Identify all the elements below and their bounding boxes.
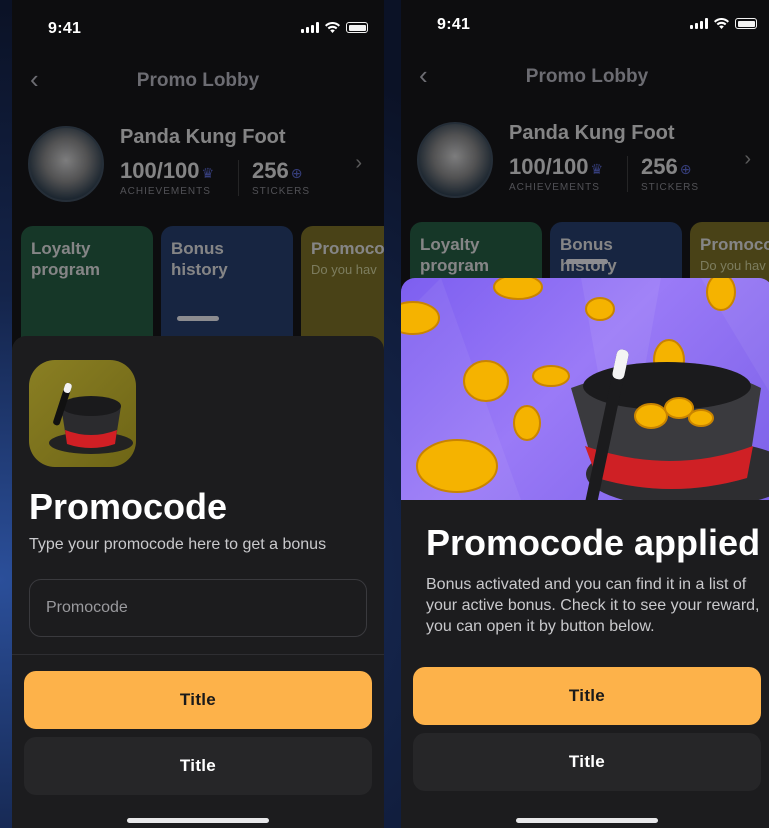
sheet-title: Promocode xyxy=(29,486,228,527)
phone-screen-promocode-entry: 9:41 ‹ Promo Lobby Panda Kung Foot 100/1… xyxy=(12,0,384,828)
profile-name: Panda Kung Foot xyxy=(509,122,675,144)
stickers-value: 256 xyxy=(252,158,289,183)
crown-icon: ♛ xyxy=(590,161,604,177)
achievements-value: 100/100 xyxy=(509,154,589,179)
chevron-right-icon: › xyxy=(744,148,751,170)
magic-hat-icon xyxy=(29,360,136,467)
achievements-stat: 100/100 ♛ ACHIEVEMENTS xyxy=(509,154,603,193)
primary-button[interactable]: Title xyxy=(24,671,372,729)
stat-divider xyxy=(238,160,239,196)
chevron-right-icon: › xyxy=(355,152,362,174)
stickers-value: 256 xyxy=(641,154,678,179)
status-time: 9:41 xyxy=(437,16,471,33)
profile-header[interactable]: Panda Kung Foot 100/100 ♛ ACHIEVEMENTS 25… xyxy=(28,122,384,210)
battery-icon xyxy=(346,22,368,33)
avatar xyxy=(417,122,493,198)
hero-illustration xyxy=(401,278,769,500)
achievements-label: ACHIEVEMENTS xyxy=(509,182,600,193)
promocode-applied-sheet: Promocode applied Bonus activated and yo… xyxy=(401,278,769,828)
secondary-button[interactable]: Title xyxy=(413,733,761,791)
sheet-divider xyxy=(12,654,384,655)
card-title: Loyalty program xyxy=(31,239,100,279)
card-title: Bonus history xyxy=(560,235,617,275)
stat-divider xyxy=(627,156,628,192)
page-title: Promo Lobby xyxy=(525,66,649,87)
stickers-stat: 256 ⊕ STICKERS xyxy=(641,154,699,193)
achievements-stat: 100/100 ♛ ACHIEVEMENTS xyxy=(120,158,214,197)
promocode-field[interactable] xyxy=(29,579,367,637)
promocode-input[interactable] xyxy=(30,580,366,636)
battery-icon xyxy=(735,18,757,29)
card-title: Promocode xyxy=(311,239,384,258)
status-bar: 9:41 xyxy=(401,0,769,50)
cellular-signal-icon xyxy=(690,18,708,29)
page-title: Promo Lobby xyxy=(136,70,260,91)
stickers-stat: 256 ⊕ STICKERS xyxy=(252,158,310,197)
avatar xyxy=(28,126,104,202)
nav-bar: ‹ Promo Lobby xyxy=(12,58,384,104)
home-indicator xyxy=(516,818,658,823)
plus-icon: ⊕ xyxy=(679,161,692,177)
card-title: Bonus history xyxy=(171,239,228,279)
achievements-value: 100/100 xyxy=(120,158,200,183)
home-indicator xyxy=(127,818,269,823)
nav-bar: ‹ Promo Lobby xyxy=(401,54,769,100)
sheet-title: Promocode applied xyxy=(426,522,761,563)
achievements-label: ACHIEVEMENTS xyxy=(120,186,211,197)
card-subtitle: Do you hav xyxy=(700,258,766,273)
phone-screen-promocode-applied: 9:41 ‹ Promo Lobby Panda Kung Foot 100/1… xyxy=(401,0,769,828)
card-subtitle: Do you hav xyxy=(311,262,377,277)
sheet-grabber[interactable] xyxy=(177,316,219,321)
promocode-bottom-sheet: Promocode Type your promocode here to ge… xyxy=(12,336,384,828)
plus-icon: ⊕ xyxy=(290,165,303,181)
profile-name: Panda Kung Foot xyxy=(120,126,286,148)
card-title: Loyalty program xyxy=(420,235,489,275)
cellular-signal-icon xyxy=(301,22,319,33)
sheet-description: Type your promocode here to get a bonus xyxy=(29,536,327,553)
status-bar: 9:41 xyxy=(12,0,384,50)
profile-header[interactable]: Panda Kung Foot 100/100 ♛ ACHIEVEMENTS 25… xyxy=(417,118,769,206)
primary-button[interactable]: Title xyxy=(413,667,761,725)
stickers-label: STICKERS xyxy=(252,186,311,197)
crown-icon: ♛ xyxy=(201,165,215,181)
wifi-icon xyxy=(714,18,729,29)
stickers-label: STICKERS xyxy=(641,182,700,193)
card-title: Promocode xyxy=(700,235,769,254)
wifi-icon xyxy=(325,22,340,33)
status-time: 9:41 xyxy=(48,20,82,37)
secondary-button[interactable]: Title xyxy=(24,737,372,795)
sheet-grabber[interactable] xyxy=(566,259,608,264)
sheet-description: Bonus activated and you can find it in a… xyxy=(426,576,760,635)
